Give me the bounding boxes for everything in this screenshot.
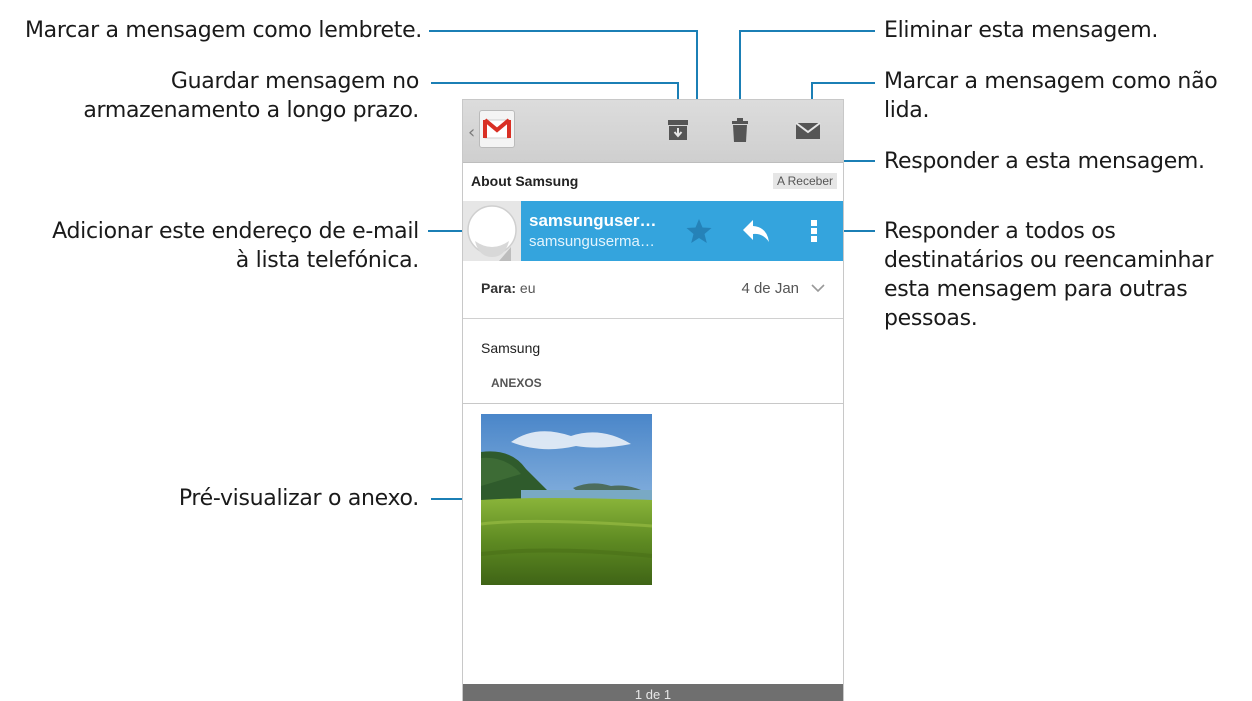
annotation-preview: Pré-visualizar o anexo.: [178, 486, 419, 511]
email-screen: ‹ About Samsung A Receber samsunguser… s…: [462, 99, 844, 701]
star-icon: [686, 219, 712, 243]
annotation-delete: Eliminar esta mensagem.: [884, 18, 1159, 43]
email-body: Samsung: [481, 340, 541, 356]
annotation-more-line4: pessoas.: [884, 306, 978, 331]
action-bar: ‹: [463, 100, 843, 163]
annotation-archive: Guardar mensagem no armazenamento a long…: [83, 67, 419, 125]
sender-email: samsunguserma…: [529, 233, 655, 250]
sender-name: samsunguser…: [529, 211, 657, 230]
recipient-row[interactable]: Para: eu 4 de Jan: [463, 261, 843, 319]
attachments-divider: [463, 403, 843, 404]
leader-line-unread: [812, 82, 875, 84]
annotation-unread-line1: Marcar a mensagem como não: [884, 69, 1218, 94]
annotation-more: Responder a todos os destinatários ou re…: [884, 217, 1213, 333]
annotation-more-line3: esta mensagem para outras: [884, 277, 1188, 302]
annotation-add-contact: Adicionar este endereço de e-mail à list…: [52, 217, 419, 275]
annotation-add-contact-line1: Adicionar este endereço de e-mail: [52, 219, 419, 244]
email-date: 4 de Jan: [741, 280, 799, 297]
mark-unread-button[interactable]: [793, 115, 823, 145]
trash-icon: [732, 118, 748, 142]
to-label: Para:: [481, 280, 517, 296]
annotation-unread-line2: lida.: [884, 98, 930, 123]
leader-line-reminder: [429, 30, 697, 32]
star-button[interactable]: [685, 217, 713, 249]
archive-icon: [668, 120, 688, 140]
email-subject: About Samsung: [471, 173, 579, 189]
attachment-image: [481, 414, 652, 585]
reply-button[interactable]: [741, 217, 771, 249]
pager-bar: 1 de 1: [463, 684, 843, 701]
annotation-archive-line1: Guardar mensagem no: [170, 69, 419, 94]
leader-line-archive: [431, 82, 679, 84]
delete-button[interactable]: [725, 115, 755, 145]
contact-avatar[interactable]: [463, 201, 521, 261]
annotation-add-contact-line2: à lista telefónica.: [235, 248, 420, 273]
mark-unread-icon: [795, 122, 821, 139]
chevron-down-icon[interactable]: [811, 283, 825, 293]
leader-line-delete: [740, 30, 875, 32]
annotation-more-line1: Responder a todos os: [884, 219, 1116, 244]
annotation-reminder: Marcar a mensagem como lembrete.: [24, 18, 422, 43]
annotation-more-line2: destinatários ou reencaminhar: [884, 248, 1214, 273]
to-value: eu: [519, 280, 536, 296]
annotation-unread: Marcar a mensagem como não lida.: [884, 67, 1218, 125]
inbox-label-badge[interactable]: A Receber: [772, 173, 837, 189]
reply-icon: [743, 220, 769, 242]
archive-button[interactable]: [663, 115, 693, 145]
pager-text: 1 de 1: [634, 687, 672, 701]
back-caret-icon[interactable]: ‹: [468, 122, 475, 143]
avatar-icon: [467, 205, 517, 261]
overflow-menu-icon: [811, 220, 817, 242]
gmail-envelope-icon: [483, 118, 511, 139]
annotation-archive-line2: armazenamento a longo prazo.: [83, 98, 419, 123]
attachments-title: ANEXOS: [491, 376, 542, 390]
overflow-menu-button[interactable]: [806, 217, 822, 249]
subject-row: About Samsung A Receber: [463, 163, 843, 201]
sender-bar: samsunguser… samsunguserma…: [463, 201, 843, 261]
gmail-logo[interactable]: [479, 110, 515, 148]
annotation-reply: Responder a esta mensagem.: [884, 149, 1205, 174]
recipient-field: Para: eu: [481, 280, 536, 296]
attachment-thumbnail[interactable]: [481, 414, 652, 585]
